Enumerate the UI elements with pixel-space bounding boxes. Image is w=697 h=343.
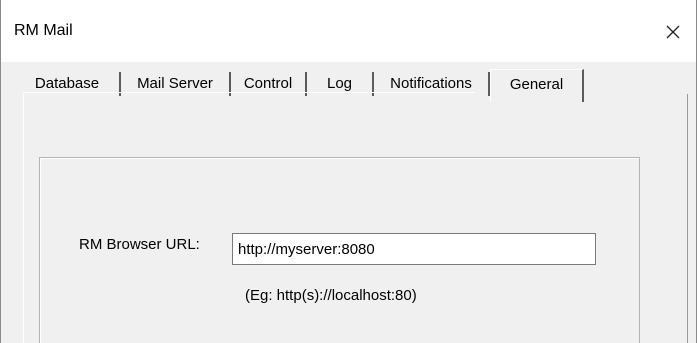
dialog-window: RM Mail Database Mail Server Control Log… [0,0,697,343]
tab-bar: Database Mail Server Control Log Notific… [1,62,696,102]
tab-label: Notifications [390,75,472,92]
close-button[interactable] [650,12,696,52]
close-icon [666,25,680,39]
tab-panel-border-top [23,92,475,93]
tab-label: Log [326,75,353,92]
window-title: RM Mail [14,22,73,39]
url-example-hint: (Eg: http(s)://localhost:80) [245,287,417,304]
browser-url-input[interactable] [232,233,596,265]
tab-general[interactable]: General [490,69,584,102]
tab-panel-border-right [687,94,688,343]
tab-label: General [509,76,564,93]
tab-panel-border-left [23,94,24,343]
tab-label: Database [34,75,100,92]
tab-label: Control [243,75,293,92]
tab-label: Mail Server [137,75,213,92]
browser-url-label: RM Browser URL: [79,236,200,253]
title-bar: RM Mail [1,0,696,62]
